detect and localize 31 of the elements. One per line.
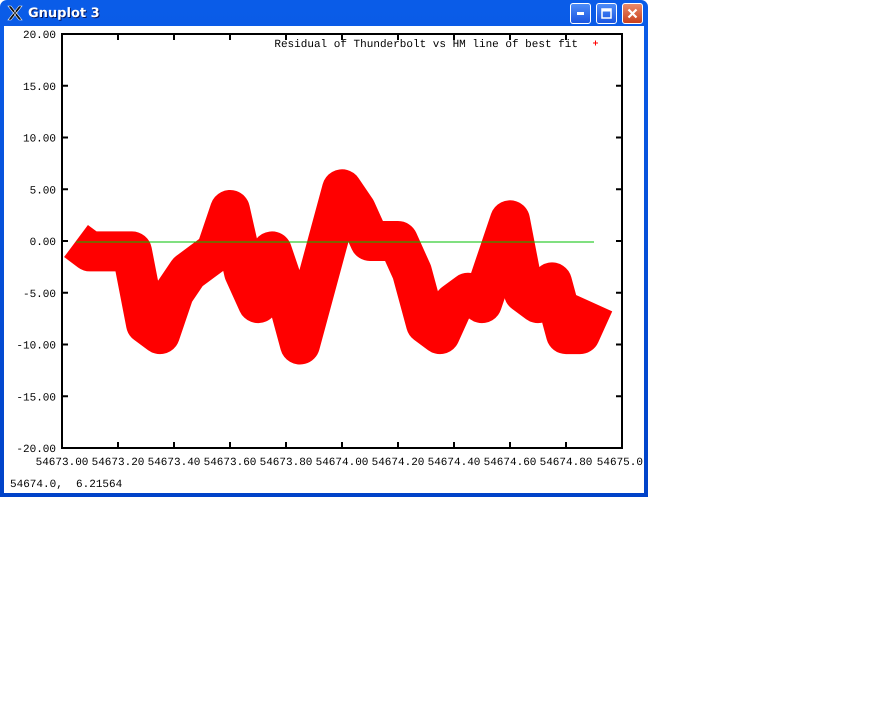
close-icon: [627, 8, 638, 18]
minimize-button[interactable]: [570, 2, 591, 24]
x-tick-label: 54673.80: [260, 457, 312, 469]
x-tick-label: 54673.40: [148, 457, 200, 469]
y-tick-label: 15.00: [22, 82, 56, 94]
y-tick-label: -10.00: [16, 340, 56, 352]
x-tick-label: 54673.20: [92, 457, 144, 469]
x-tick-label: 54674.60: [484, 457, 536, 469]
y-tick-label: -5.00: [22, 288, 56, 301]
x-tick-label: 54674.80: [540, 457, 592, 469]
x-logo-icon: [6, 4, 24, 22]
minimize-icon: [577, 12, 584, 14]
x-tick-label: 54674.00: [316, 457, 368, 469]
y-tick-label: 20.00: [22, 30, 56, 42]
maximize-button[interactable]: [596, 2, 617, 24]
y-tick-label: 5.00: [30, 185, 56, 198]
maximize-icon: [601, 8, 612, 18]
legend-label: Residual of Thunderbolt vs HM line of best fit: [274, 39, 578, 51]
y-tick-label: 0.00: [30, 237, 56, 249]
y-tick-label: 10.00: [22, 134, 56, 146]
x-tick-label: 54673.60: [204, 457, 256, 469]
x-tick-label: 54674.20: [372, 457, 424, 469]
legend-marker: [592, 40, 598, 46]
y-tick-label: -20.00: [16, 444, 56, 456]
window-title: Gnuplot 3: [28, 6, 101, 20]
cursor-coordinates: 54674.0, 6.21564: [10, 479, 122, 491]
x-tick-label: 54673.00: [36, 457, 88, 469]
close-button[interactable]: [622, 2, 643, 24]
x-tick-label: 54675.0: [596, 457, 643, 469]
y-tick-label: -15.00: [16, 392, 56, 404]
x-tick-label: 54674.40: [428, 457, 480, 469]
